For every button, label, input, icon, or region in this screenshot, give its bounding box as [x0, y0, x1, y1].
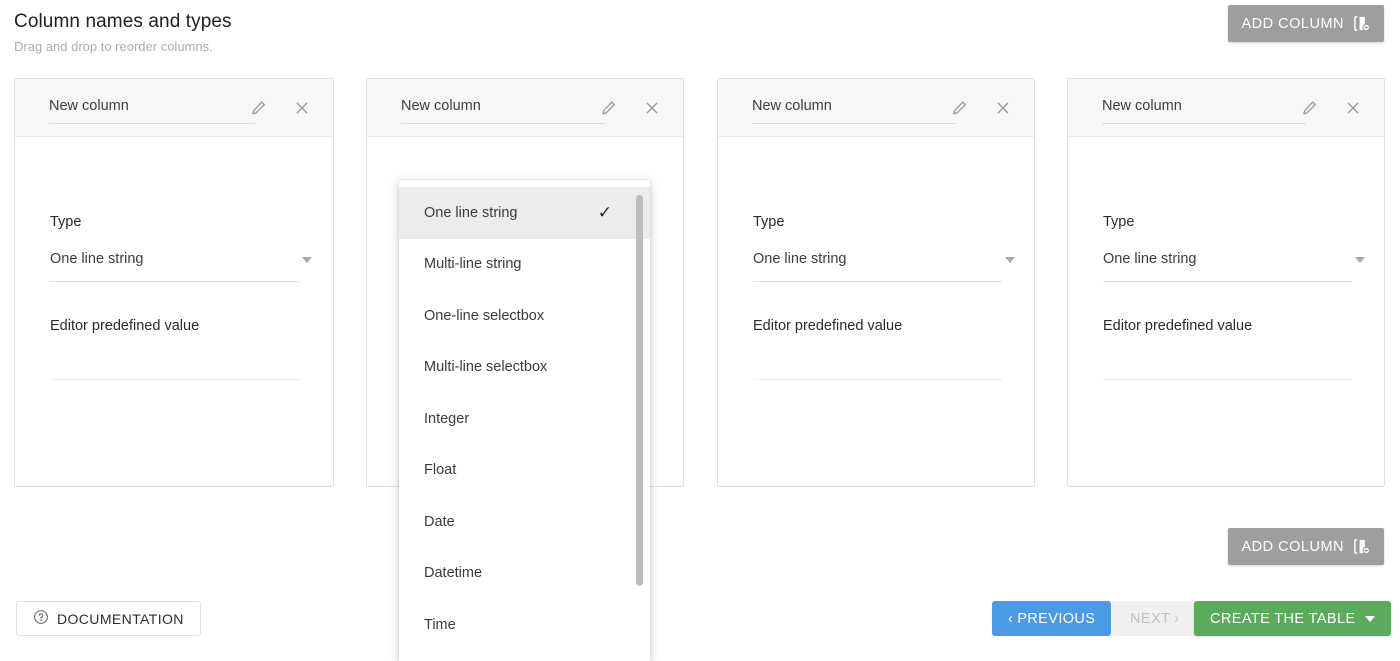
- type-label-1: Type: [50, 214, 82, 230]
- dropdown-option-multi-line-string[interactable]: Multi-line string: [399, 239, 650, 291]
- close-icon: [1347, 102, 1359, 114]
- editor-predefined-value-input-4[interactable]: [1103, 379, 1352, 380]
- editor-predefined-value-input-1[interactable]: [50, 379, 300, 380]
- edit-column-name-button-4[interactable]: [1296, 95, 1322, 121]
- column-name-underline-2: [401, 123, 605, 124]
- type-select-value-1: One line string: [50, 251, 144, 267]
- edit-column-name-button-1[interactable]: [245, 95, 271, 121]
- dropdown-option-float[interactable]: Float: [399, 445, 650, 497]
- remove-column-button-3[interactable]: [990, 95, 1016, 121]
- add-column-label-bottom: ADD COLUMN: [1241, 538, 1344, 555]
- column-card-4[interactable]: New column Type One line string Editor p…: [1067, 78, 1385, 487]
- column-card-header-1: New column: [15, 79, 333, 137]
- next-label: NEXT: [1130, 610, 1171, 627]
- documentation-label: DOCUMENTATION: [57, 610, 184, 627]
- pencil-icon: [1302, 100, 1316, 114]
- type-select-value-4: One line string: [1103, 251, 1197, 267]
- type-label-3: Type: [753, 214, 785, 230]
- dropdown-option-label: Multi-line string: [424, 256, 522, 273]
- editor-predefined-value-input-3[interactable]: [753, 379, 1002, 380]
- type-select-dropdown[interactable]: One line string ✓ Multi-line string One-…: [399, 180, 650, 661]
- column-card-header-4: New column: [1068, 79, 1384, 137]
- dropdown-option-date[interactable]: Date: [399, 496, 650, 548]
- create-the-table-button[interactable]: CREATE THE TABLE: [1194, 601, 1391, 636]
- column-name-underline-4: [1102, 123, 1306, 124]
- pencil-icon: [952, 100, 966, 114]
- add-column-button-top[interactable]: ADD COLUMN: [1227, 5, 1384, 42]
- dropdown-option-label: One-line selectbox: [424, 307, 545, 324]
- chevron-right-icon: ›: [1174, 610, 1180, 627]
- remove-column-button-2[interactable]: [639, 95, 665, 121]
- type-select-1[interactable]: One line string: [50, 250, 144, 279]
- column-card-header-3: New column: [718, 79, 1034, 137]
- remove-column-button-1[interactable]: [289, 95, 315, 121]
- type-select-underline-4: [1103, 281, 1352, 282]
- column-card-header-2: New column: [367, 79, 683, 137]
- dropdown-option-multi-line-selectbox[interactable]: Multi-line selectbox: [399, 342, 650, 394]
- type-label-4: Type: [1103, 214, 1135, 230]
- remove-column-button-4[interactable]: [1340, 95, 1366, 121]
- type-select-chevron-down-icon-4[interactable]: [1355, 257, 1365, 263]
- type-select-chevron-down-icon-3[interactable]: [1005, 257, 1015, 263]
- next-button[interactable]: NEXT ›: [1112, 601, 1198, 636]
- pencil-icon: [601, 100, 615, 114]
- help-circle-icon: [33, 609, 49, 628]
- close-icon: [646, 102, 658, 114]
- page-subtitle: Drag and drop to reorder columns.: [14, 39, 213, 54]
- documentation-button[interactable]: DOCUMENTATION: [16, 601, 201, 636]
- column-name-underline-1: [49, 123, 255, 124]
- add-column-label-top: ADD COLUMN: [1241, 15, 1344, 32]
- close-icon: [296, 102, 308, 114]
- add-column-icon: [1353, 15, 1370, 32]
- dropdown-option-label: Integer: [424, 410, 470, 427]
- dropdown-option-label: Float: [424, 462, 457, 479]
- previous-label: PREVIOUS: [1017, 610, 1096, 627]
- chevron-down-icon[interactable]: [1364, 615, 1375, 622]
- dropdown-option-label: Time: [424, 616, 456, 633]
- create-the-table-label: CREATE THE TABLE: [1210, 610, 1356, 627]
- page-title: Column names and types: [14, 11, 232, 32]
- edit-column-name-button-2[interactable]: [595, 95, 621, 121]
- dropdown-option-label: Datetime: [424, 565, 483, 582]
- check-icon: ✓: [597, 203, 612, 223]
- column-name-input-3[interactable]: New column: [752, 98, 832, 114]
- dropdown-option-one-line-selectbox[interactable]: One-line selectbox: [399, 290, 650, 342]
- editor-predefined-value-label-1: Editor predefined value: [50, 318, 200, 334]
- type-select-4[interactable]: One line string: [1103, 250, 1197, 279]
- chevron-left-icon: ‹: [1008, 610, 1014, 627]
- column-name-input-1[interactable]: New column: [49, 98, 129, 114]
- previous-button[interactable]: ‹ PREVIOUS: [992, 601, 1112, 636]
- add-column-icon: [1353, 538, 1370, 555]
- editor-predefined-value-label-4: Editor predefined value: [1103, 318, 1253, 334]
- type-select-dropdown-list: One line string ✓ Multi-line string One-…: [399, 180, 650, 651]
- dropdown-option-time[interactable]: Time: [399, 599, 650, 651]
- add-column-button-bottom[interactable]: ADD COLUMN: [1227, 528, 1384, 565]
- dropdown-option-label: Multi-line selectbox: [424, 359, 548, 376]
- column-card-1[interactable]: New column Type One line string Editor p…: [14, 78, 334, 487]
- dropdown-option-one-line-string[interactable]: One line string ✓: [399, 187, 650, 239]
- column-name-input-2[interactable]: New column: [401, 98, 481, 114]
- dropdown-option-label: Date: [424, 513, 455, 530]
- dropdown-option-integer[interactable]: Integer: [399, 393, 650, 445]
- type-select-underline-1: [50, 281, 300, 282]
- dropdown-scrollbar-thumb[interactable]: [636, 195, 643, 586]
- type-select-underline-3: [753, 281, 1002, 282]
- column-name-underline-3: [752, 123, 956, 124]
- edit-column-name-button-3[interactable]: [946, 95, 972, 121]
- dropdown-option-label: One line string: [424, 204, 518, 221]
- type-select-value-3: One line string: [753, 251, 847, 267]
- type-select-chevron-down-icon-1[interactable]: [302, 257, 312, 263]
- close-icon: [997, 102, 1009, 114]
- dropdown-option-datetime[interactable]: Datetime: [399, 548, 650, 600]
- type-select-3[interactable]: One line string: [753, 250, 847, 279]
- column-setup-page: Column names and types Drag and drop to …: [0, 0, 1400, 661]
- editor-predefined-value-label-3: Editor predefined value: [753, 318, 903, 334]
- column-card-3[interactable]: New column Type One line string Editor p…: [717, 78, 1035, 487]
- pencil-icon: [251, 100, 265, 114]
- column-name-input-4[interactable]: New column: [1102, 98, 1182, 114]
